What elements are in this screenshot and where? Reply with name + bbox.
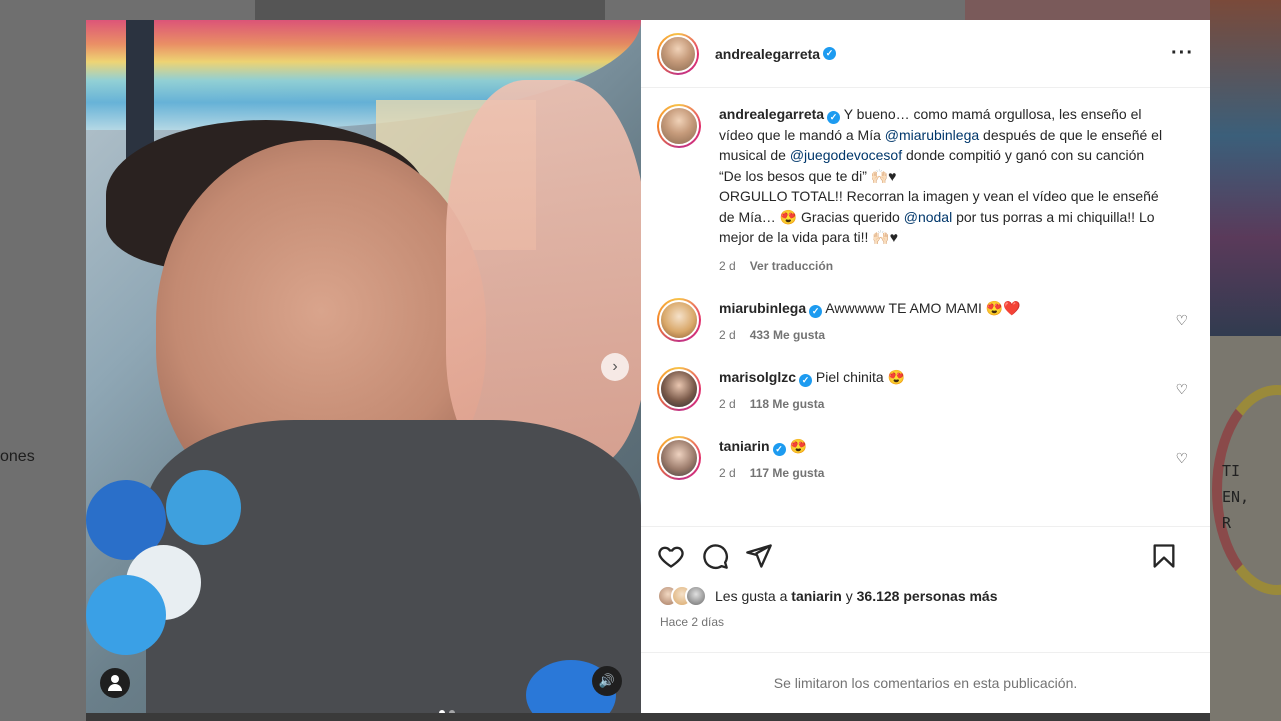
caption: andrealegarreta ✓ Y bueno… como mamá orgu…: [657, 104, 1194, 276]
caption-age: 2 d: [719, 258, 736, 273]
comment-item: marisolglzc ✓ Piel chinita 😍 2 d 118 Me gu…: [657, 367, 1194, 414]
comment-text: Piel chinita 😍: [815, 369, 905, 385]
comment-item: taniarin ✓ 😍 2 d 117 Me gusta ♡: [657, 436, 1194, 483]
avatar[interactable]: [657, 298, 701, 342]
user-tag-icon[interactable]: [100, 668, 130, 698]
caption-username[interactable]: andrealegarreta: [719, 106, 824, 122]
bookmark-icon[interactable]: [1150, 542, 1178, 570]
mention-link[interactable]: @miarubinlega: [885, 127, 979, 143]
more-options-icon[interactable]: ···: [1171, 42, 1194, 65]
comment-username[interactable]: miarubinlega: [719, 300, 806, 316]
avatar[interactable]: [657, 436, 701, 480]
background-text: ones: [0, 448, 35, 465]
post-media[interactable]: [86, 20, 641, 713]
post-time[interactable]: Hace 2 días: [660, 615, 1194, 629]
volume-icon[interactable]: 🔊: [592, 666, 622, 696]
heart-icon[interactable]: ♡: [1175, 381, 1188, 398]
comment-age: 2 d: [719, 465, 736, 480]
post-details-panel: andrealegarreta ✓ ··· andrealegarreta ✓ Y…: [641, 20, 1210, 713]
likes-prefix: Les gusta a: [715, 588, 792, 604]
comment-icon[interactable]: [701, 542, 729, 570]
media-decor: [166, 470, 241, 545]
verified-badge-icon: ✓: [809, 305, 823, 318]
post-actions: Les gusta a taniarin y 36.128 personas m…: [641, 526, 1210, 672]
comment-age: 2 d: [719, 396, 736, 411]
likes-user[interactable]: taniarin: [791, 588, 842, 604]
header-username[interactable]: andrealegarreta: [715, 46, 820, 62]
comment-username[interactable]: marisolglzc: [719, 369, 796, 385]
verified-badge-icon: ✓: [827, 111, 841, 124]
verified-badge-icon: ✓: [823, 47, 837, 60]
comment-item: miarubinlega ✓ Awwwww TE AMO MAMI 😍❤️ 2 d…: [657, 298, 1194, 345]
likes-middle: y: [841, 588, 857, 604]
mention-link[interactable]: @nodal: [904, 209, 952, 225]
share-icon[interactable]: [745, 542, 773, 570]
avatar: [685, 585, 707, 607]
likes-count[interactable]: 36.128 personas más: [857, 588, 998, 604]
mention-link[interactable]: @juegodevocesof: [790, 147, 902, 163]
media-backdrop: [126, 20, 154, 160]
heart-icon[interactable]: [657, 542, 685, 570]
comment-username[interactable]: taniarin: [719, 438, 770, 454]
comment-text: Awwwww TE AMO MAMI 😍❤️: [825, 300, 1021, 316]
comment-likes[interactable]: 117 Me gusta: [750, 466, 825, 480]
background-thumbnail: [255, 0, 605, 20]
media-subject: [446, 80, 641, 470]
background-strip: [86, 713, 1210, 721]
verified-badge-icon: ✓: [772, 443, 786, 456]
comment-age: 2 d: [719, 327, 736, 342]
heart-icon[interactable]: ♡: [1175, 450, 1188, 467]
background-text: TI EN, R: [1222, 462, 1250, 532]
verified-badge-icon: ✓: [799, 374, 813, 387]
chevron-right-icon[interactable]: ›: [601, 353, 629, 381]
avatar[interactable]: [657, 104, 701, 148]
heart-icon[interactable]: ♡: [1175, 312, 1188, 329]
avatar[interactable]: [657, 32, 699, 75]
media-decor: [86, 575, 166, 655]
comment-likes[interactable]: 118 Me gusta: [750, 397, 825, 411]
translate-link[interactable]: Ver traducción: [750, 259, 833, 273]
comment-text: 😍: [789, 438, 807, 454]
comment-likes[interactable]: 433 Me gusta: [750, 328, 825, 342]
post-header: andrealegarreta ✓ ···: [641, 20, 1210, 88]
comments-list[interactable]: andrealegarreta ✓ Y bueno… como mamá orgu…: [641, 88, 1210, 526]
likes-summary: Les gusta a taniarin y 36.128 personas m…: [657, 585, 1194, 607]
comments-limited-notice: Se limitaron los comentarios en esta pub…: [641, 652, 1210, 713]
background-thumbnail: [965, 0, 1210, 20]
background-thumbnail: [1210, 0, 1281, 340]
carousel-indicator: [439, 710, 455, 713]
avatar[interactable]: [657, 367, 701, 411]
